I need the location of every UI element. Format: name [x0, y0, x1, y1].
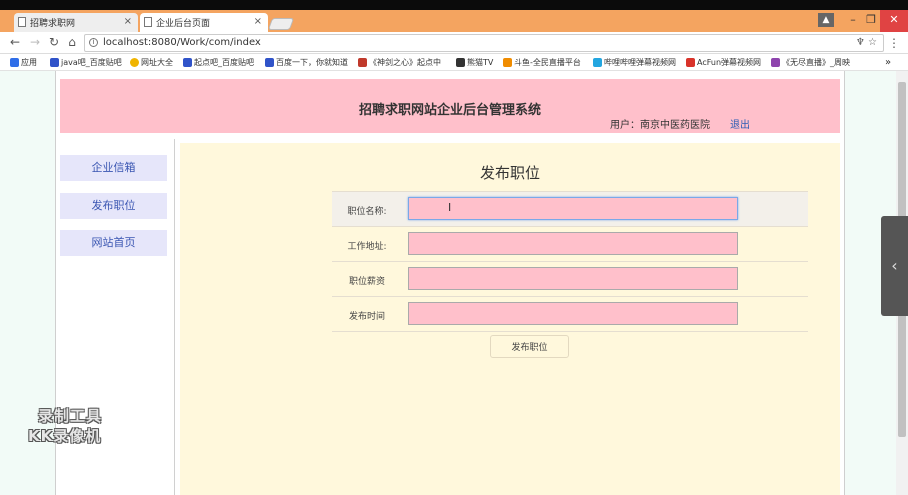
apps-grid-icon	[10, 58, 19, 67]
work-address-input[interactable]	[408, 232, 738, 255]
bookmark-item[interactable]: 斗鱼-全民直播平台	[503, 57, 581, 68]
publish-time-input[interactable]	[408, 302, 738, 325]
bookmark-item[interactable]: AcFun弹幕视频网	[686, 57, 761, 68]
document-icon	[18, 17, 26, 27]
document-icon	[144, 17, 152, 27]
browser-menu-icon[interactable]: ⋮	[888, 36, 900, 50]
publish-time-label: 发布时间	[348, 312, 385, 322]
current-user: 用户：南京中医药医院	[610, 120, 710, 131]
bookmark-apps[interactable]: 应用	[10, 57, 37, 68]
post-job-submit-button[interactable]: 发布职位	[490, 335, 569, 358]
qidian-icon	[358, 58, 367, 67]
url-input[interactable]: i localhost:8080/Work/com/index ♆ ☆	[84, 34, 884, 52]
job-form: 职位名称: 工作地址: 职位薪资 发布时间	[332, 191, 808, 332]
bookmark-item[interactable]: 《无尽直播》_周映	[771, 57, 850, 68]
page-title: 招聘求职网站企业后台管理系统	[358, 103, 541, 118]
close-tab-icon[interactable]: ×	[124, 16, 132, 27]
acfun-icon	[686, 58, 695, 67]
logout-link[interactable]: 退出	[730, 116, 750, 131]
hao123-icon	[130, 58, 139, 67]
bookmark-star-icon[interactable]: ♆ ☆	[856, 35, 877, 51]
info-icon[interactable]: i	[89, 38, 98, 47]
form-row: 职位名称:	[332, 191, 808, 226]
tab-recruitment[interactable]: 招聘求职网 ×	[14, 13, 138, 32]
bookmark-item[interactable]: 《神剑之心》起点中	[358, 57, 441, 68]
bilibili-icon	[593, 58, 602, 67]
book-icon	[771, 58, 780, 67]
minimize-icon[interactable]: –	[844, 10, 862, 32]
form-row: 工作地址:	[332, 226, 808, 261]
tieba-paw-icon	[183, 58, 192, 67]
back-icon[interactable]: ←	[8, 35, 22, 49]
job-title-input[interactable]	[408, 197, 738, 220]
close-tab-icon[interactable]: ×	[254, 16, 262, 27]
window-controls: ▲ – ❐ ✕	[818, 10, 908, 32]
tab-admin[interactable]: 企业后台页面 ×	[140, 13, 268, 32]
address-bar: ← → ↻ ⌂ i localhost:8080/Work/com/index …	[0, 32, 908, 54]
work-address-label: 工作地址:	[347, 242, 387, 252]
job-title-label: 职位名称:	[347, 207, 387, 217]
tab-bar: 招聘求职网 × 企业后台页面 × ▲ – ❐ ✕	[0, 10, 908, 32]
new-tab-button[interactable]	[267, 18, 295, 30]
forward-icon[interactable]: →	[28, 35, 42, 49]
page-header: 招聘求职网站企业后台管理系统 用户：南京中医药医院 退出	[60, 79, 840, 133]
close-window-icon[interactable]: ✕	[880, 10, 908, 32]
reload-icon[interactable]: ↻	[47, 35, 61, 49]
chevron-left-icon[interactable]: ‹	[881, 216, 908, 316]
bookmark-item[interactable]: 起点吧_百度贴吧	[183, 57, 254, 68]
text-cursor-icon: I	[448, 201, 452, 214]
watermark-line: KK录像机	[28, 427, 102, 445]
watermark-line: 录制工具	[38, 407, 103, 425]
douyu-icon	[503, 58, 512, 67]
sidebar-item-mailbox[interactable]: 企业信箱	[60, 155, 167, 181]
browser-window: 招聘求职网 × 企业后台页面 × ▲ – ❐ ✕ ← → ↻ ⌂ i local…	[0, 0, 908, 495]
form-row: 职位薪资	[332, 261, 808, 296]
form-row: 发布时间	[332, 296, 808, 331]
form-title: 发布职位	[479, 164, 540, 182]
url-text: localhost:8080/Work/com/index	[103, 37, 261, 48]
bookmark-item[interactable]: java吧_百度贴吧	[50, 57, 122, 68]
bookmarks-bar: 应用 java吧_百度贴吧 网址大全 起点吧_百度贴吧 百度一下，你就知道 《神…	[0, 54, 908, 71]
more-bookmarks-button[interactable]: »	[885, 57, 891, 68]
bookmark-item[interactable]: 百度一下，你就知道	[265, 57, 348, 68]
bookmark-item[interactable]: 熊猫TV	[456, 57, 493, 68]
home-icon[interactable]: ⌂	[65, 35, 79, 49]
baidu-paw-icon	[265, 58, 274, 67]
tieba-paw-icon	[50, 58, 59, 67]
tab-label: 招聘求职网	[30, 19, 76, 29]
tab-label: 企业后台页面	[156, 19, 211, 29]
panda-icon	[456, 58, 465, 67]
sidebar-item-post-job[interactable]: 发布职位	[60, 193, 167, 219]
sidebar-divider	[174, 139, 175, 495]
sidebar-item-home[interactable]: 网站首页	[60, 230, 167, 256]
top-strip	[0, 0, 908, 10]
profile-icon[interactable]: ▲	[818, 13, 834, 27]
salary-label: 职位薪资	[348, 277, 385, 287]
salary-input[interactable]	[408, 267, 738, 290]
maximize-icon[interactable]: ❐	[862, 10, 880, 32]
bookmark-item[interactable]: 哔哩哔哩弹幕视频网	[593, 57, 676, 68]
main-content: 发布职位 职位名称: 工作地址: 职位薪资 发布时间 发布职位	[180, 143, 840, 495]
bookmark-item[interactable]: 网址大全	[130, 57, 173, 68]
